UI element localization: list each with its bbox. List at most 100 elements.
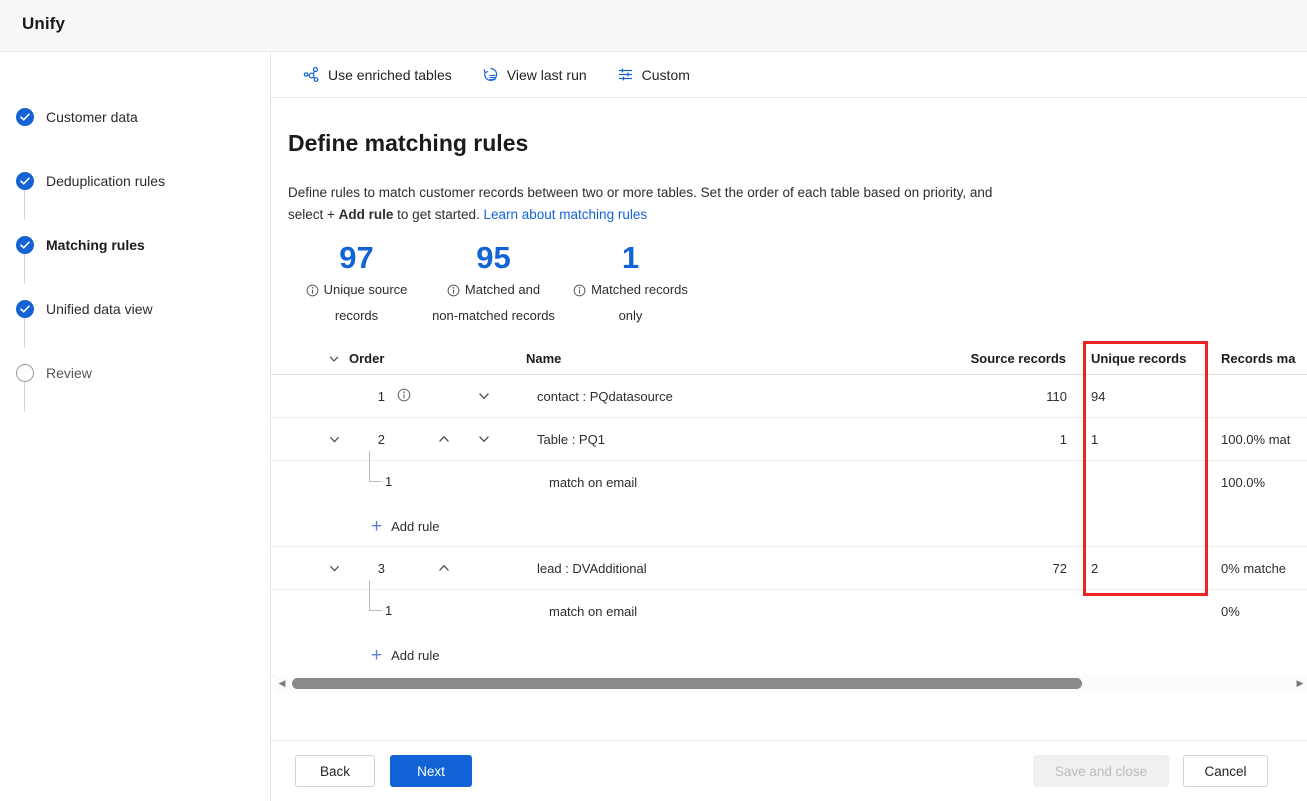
move-up-chevron-icon[interactable] [429, 547, 459, 589]
row-unique-records: 1 [1091, 431, 1099, 447]
check-circle-icon [16, 172, 34, 190]
expand-all-chevron-icon[interactable] [319, 343, 349, 374]
row-expand-chevron-icon[interactable] [319, 418, 349, 460]
sidebar-item-customer-data[interactable]: Customer data [16, 106, 138, 128]
row-name: lead : DVAdditional [537, 560, 647, 576]
back-button[interactable]: Back [295, 755, 375, 787]
move-up-chevron-icon[interactable] [429, 418, 459, 460]
view-last-run-label: View last run [506, 66, 587, 83]
add-rule-button[interactable]: + Add rule [367, 642, 444, 668]
main-content: Define matching rules Define rules to ma… [271, 98, 1307, 740]
wizard-footer: Back Next Save and close Cancel [271, 740, 1307, 801]
sidebar-item-label: Matching rules [46, 237, 145, 253]
row-source-records: 72 [1052, 560, 1067, 576]
plus-icon: + [371, 644, 383, 666]
add-rule-row: + Add rule [271, 633, 1307, 676]
move-down-chevron-icon[interactable] [469, 375, 499, 417]
graph-nodes-icon [303, 66, 320, 83]
stat-label-line2: only [618, 308, 643, 323]
column-header-records-matched[interactable]: Records ma [1221, 343, 1307, 374]
column-header-order[interactable]: Order [349, 343, 399, 374]
move-down-chevron-icon[interactable] [469, 418, 499, 460]
sidebar-item-unified-data-view[interactable]: Unified data view [16, 298, 153, 320]
row-expand-chevron-icon[interactable] [319, 547, 349, 589]
row-source-records: 110 [1046, 388, 1067, 404]
use-enriched-tables-label: Use enriched tables [328, 66, 452, 83]
page-title: Define matching rules [288, 130, 529, 156]
row-source-records: 1 [1059, 431, 1067, 447]
row-name: contact : PQdatasource [537, 388, 673, 404]
row-name: Table : PQ1 [537, 431, 605, 447]
table-row[interactable]: 3 lead : DVAdditional 72 2 0% matche [271, 547, 1307, 590]
stat-label: Matched records [591, 282, 688, 297]
scroll-right-arrow-icon[interactable]: ▶ [1293, 675, 1307, 692]
wizard-sidebar: Customer data Deduplication rules Matchi… [0, 52, 271, 801]
column-header-name[interactable]: Name [526, 343, 561, 374]
stat-label-line2: non-matched records [432, 308, 555, 323]
stat-value: 95 [476, 240, 511, 275]
subrule-order: 1 [385, 603, 393, 618]
column-header-unique-records[interactable]: Unique records [1091, 343, 1201, 374]
table-row[interactable]: 1 contact : PQdatasource 110 94 [271, 375, 1307, 418]
stats-summary: 97 Unique source records 95 Matched and … [288, 238, 699, 327]
check-circle-icon [16, 236, 34, 254]
next-button[interactable]: Next [390, 755, 472, 787]
view-last-run-button[interactable]: View last run [478, 59, 591, 91]
check-circle-icon [16, 300, 34, 318]
page-description-part2: to get started. [393, 207, 484, 222]
stat-label-line2: records [334, 308, 379, 323]
stat-matched-records-only: 1 Matched records only [562, 238, 699, 327]
table-subrule-row[interactable]: 1 match on email 100.0% [271, 451, 1307, 504]
sidebar-item-label: Unified data view [46, 301, 153, 317]
subrule-records-matched: 100.0% [1221, 475, 1266, 490]
app-title: Unify [22, 14, 65, 33]
add-rule-button[interactable]: + Add rule [367, 513, 444, 539]
empty-circle-icon [16, 364, 34, 382]
use-enriched-tables-button[interactable]: Use enriched tables [299, 59, 456, 91]
table-subrule-row[interactable]: 1 match on email 0% [271, 580, 1307, 633]
stat-unique-source-records: 97 Unique source records [288, 238, 425, 327]
table-header-row: Order Name Source records Unique records… [271, 343, 1307, 375]
sidebar-item-matching-rules[interactable]: Matching rules [16, 234, 145, 256]
subrule-name: match on email [549, 604, 638, 619]
custom-label: Custom [641, 66, 690, 83]
tree-branch-icon [369, 580, 382, 611]
stat-value: 1 [621, 240, 640, 275]
sidebar-item-label: Review [46, 365, 92, 381]
app-header: Unify [0, 0, 1307, 52]
sidebar-item-deduplication-rules[interactable]: Deduplication rules [16, 170, 165, 192]
add-rule-label: Add rule [391, 518, 440, 534]
sidebar-item-review[interactable]: Review [16, 362, 92, 384]
stat-matched-and-non-matched-records: 95 Matched and non-matched records [425, 238, 562, 327]
add-rule-label: Add rule [391, 647, 440, 663]
page-description-bold: Add rule [338, 207, 394, 222]
check-circle-icon [16, 108, 34, 126]
horizontal-scrollbar[interactable]: ◀ ▶ [275, 675, 1307, 692]
subrule-order: 1 [385, 474, 393, 489]
save-and-close-button: Save and close [1033, 755, 1169, 787]
row-order: 1 [377, 388, 385, 404]
scrollbar-thumb[interactable] [292, 678, 1082, 689]
sliders-icon [617, 66, 634, 83]
table-row[interactable]: 2 Table : PQ1 1 1 100.0% mat [271, 418, 1307, 461]
command-bar: Use enriched tables View last run Custom [271, 52, 1307, 98]
row-info-icon[interactable] [393, 375, 415, 417]
learn-about-matching-rules-link[interactable]: Learn about matching rules [483, 207, 647, 222]
add-rule-row: + Add rule [271, 504, 1307, 547]
cancel-button[interactable]: Cancel [1183, 755, 1268, 787]
subrule-name: match on email [549, 475, 638, 490]
row-unique-records: 2 [1091, 560, 1099, 576]
column-header-source-records[interactable]: Source records [941, 343, 1066, 374]
row-unique-records: 94 [1091, 388, 1106, 404]
sidebar-item-label: Customer data [46, 109, 138, 125]
info-icon[interactable] [573, 281, 586, 304]
custom-button[interactable]: Custom [613, 59, 694, 91]
row-records-matched: 0% matche [1221, 560, 1287, 576]
matching-rules-table: Order Name Source records Unique records… [271, 343, 1307, 676]
info-icon[interactable] [447, 281, 460, 304]
stat-value: 97 [339, 240, 374, 275]
row-records-matched [1221, 375, 1307, 417]
scroll-left-arrow-icon[interactable]: ◀ [275, 675, 289, 692]
scrollbar-track[interactable] [289, 675, 1293, 692]
info-icon[interactable] [306, 281, 319, 304]
